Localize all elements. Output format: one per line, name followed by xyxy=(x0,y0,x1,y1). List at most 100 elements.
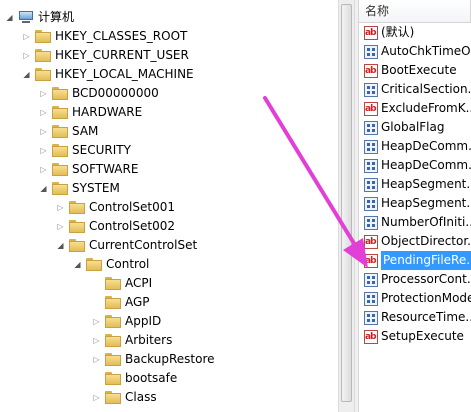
tree-item[interactable]: ◢ SYSTEM xyxy=(39,179,120,198)
registry-value-name: PendingFileRe... xyxy=(381,251,471,270)
collapsed-arrow-icon[interactable]: ▷ xyxy=(92,312,101,331)
registry-value-name: ExcludeFromK... xyxy=(381,101,471,115)
folder-icon xyxy=(52,125,68,138)
collapsed-arrow-icon[interactable]: ▷ xyxy=(56,198,65,217)
registry-value-name: GlobalFlag xyxy=(381,120,445,134)
registry-value-row[interactable]: ResourceTime... xyxy=(359,308,471,327)
tree-item[interactable]: bootsafe xyxy=(92,369,177,388)
registry-value-name: SetupExecute xyxy=(381,329,464,343)
tree-item[interactable]: ▷ HARDWARE xyxy=(39,103,142,122)
collapsed-arrow-icon[interactable]: ▷ xyxy=(39,103,48,122)
binary-value-icon xyxy=(364,291,378,306)
registry-value-row[interactable]: NumberOfIniti... xyxy=(359,213,471,232)
folder-icon xyxy=(52,87,68,100)
tree-item-label: SOFTWARE xyxy=(72,162,139,176)
registry-value-row[interactable]: SetupExecute xyxy=(359,327,471,347)
collapsed-arrow-icon[interactable]: ▷ xyxy=(92,350,101,369)
tree-item[interactable]: ▷ SAM xyxy=(39,122,98,141)
tree-vertical-scrollbar[interactable] xyxy=(338,0,355,412)
registry-value-name: ProtectionMode xyxy=(381,291,471,305)
expanded-arrow-icon[interactable]: ◢ xyxy=(73,255,82,274)
tree-item[interactable]: ▷ HKEY_CLASSES_ROOT xyxy=(22,27,187,46)
tree-item[interactable]: ▷ ControlSet001 xyxy=(56,198,175,217)
collapsed-arrow-icon[interactable]: ▷ xyxy=(92,331,101,350)
tree-item[interactable]: ◢ CurrentControlSet xyxy=(56,236,197,255)
registry-value-row[interactable]: HeapSegment... xyxy=(359,194,471,213)
tree-item-label: HKEY_LOCAL_MACHINE xyxy=(55,67,194,81)
tree-item[interactable]: AGP xyxy=(92,293,150,312)
tree-item[interactable]: ▷ HKEY_CURRENT_USER xyxy=(22,46,189,65)
tree-item-label: AGP xyxy=(125,295,150,309)
tree-item-label: ControlSet001 xyxy=(89,200,175,214)
tree-item[interactable]: ▷ Arbiters xyxy=(92,331,172,350)
registry-value-row[interactable]: PendingFileRe... xyxy=(359,251,471,271)
registry-value-row[interactable]: ObjectDirector... xyxy=(359,232,471,252)
tree-item-label: HKEY_CLASSES_ROOT xyxy=(55,29,188,43)
registry-value-row[interactable]: GlobalFlag xyxy=(359,118,471,137)
folder-icon xyxy=(105,334,121,347)
folder-icon xyxy=(35,49,51,62)
registry-value-name: (默认) xyxy=(381,25,415,39)
tree-item[interactable]: ACPI xyxy=(92,274,152,293)
collapsed-arrow-icon[interactable]: ▷ xyxy=(39,141,48,160)
registry-value-name: AutoChkTimeO... xyxy=(381,44,471,58)
binary-value-icon xyxy=(364,82,378,97)
tree-item[interactable]: ▷ SOFTWARE xyxy=(39,160,138,179)
tree-item-label: Class xyxy=(125,390,157,404)
tree-item-label: CurrentControlSet xyxy=(89,238,198,252)
tree-item[interactable]: ▷ SECURITY xyxy=(39,141,131,160)
folder-icon xyxy=(69,239,85,252)
collapsed-arrow-icon[interactable]: ▷ xyxy=(22,46,31,65)
collapsed-arrow-icon[interactable]: ▷ xyxy=(39,84,48,103)
collapsed-arrow-icon[interactable]: ▷ xyxy=(22,27,31,46)
registry-value-row[interactable]: HeapDeComm... xyxy=(359,156,471,175)
folder-icon xyxy=(52,144,68,157)
tree-item-label: HKEY_CURRENT_USER xyxy=(55,48,189,62)
expanded-arrow-icon[interactable]: ◢ xyxy=(39,179,48,198)
registry-value-row[interactable]: HeapDeComm... xyxy=(359,137,471,156)
tree-item[interactable]: ◢ HKEY_LOCAL_MACHINE xyxy=(22,65,194,84)
registry-value-list[interactable]: 名称 (默认) AutoChkTimeO... BootExecute Critica… xyxy=(359,0,471,412)
tree-item[interactable]: ▷ Class xyxy=(92,388,157,407)
tree-item[interactable]: ▷ BCD00000000 xyxy=(39,84,159,103)
binary-value-icon xyxy=(364,310,378,325)
tree-item[interactable]: ▷ BackupRestore xyxy=(92,350,215,369)
tree-item[interactable]: ▷ AppID xyxy=(92,312,161,331)
registry-value-row[interactable]: BootExecute xyxy=(359,61,471,81)
string-value-icon xyxy=(364,100,378,119)
binary-value-icon xyxy=(364,139,378,154)
tree-item-label: 计算机 xyxy=(38,10,75,24)
registry-value-row[interactable]: ProtectionMode xyxy=(359,289,471,308)
expanded-arrow-icon[interactable]: ◢ xyxy=(56,236,65,255)
tree-item-label: SYSTEM xyxy=(72,181,120,195)
collapsed-arrow-icon[interactable]: ▷ xyxy=(92,388,101,407)
registry-value-name: HeapDeComm... xyxy=(381,158,471,172)
tree-item[interactable]: ▷ ControlSet002 xyxy=(56,217,175,236)
collapsed-arrow-icon[interactable]: ▷ xyxy=(56,217,65,236)
string-value-icon xyxy=(364,233,378,252)
expanded-arrow-icon[interactable]: ◢ xyxy=(5,8,14,27)
registry-value-name: ProcessorCont... xyxy=(381,272,471,286)
folder-icon xyxy=(105,372,121,385)
column-header-name[interactable]: 名称 xyxy=(359,0,471,23)
tree-item-label: SECURITY xyxy=(72,143,131,157)
registry-value-row[interactable]: ProcessorCont... xyxy=(359,270,471,289)
collapsed-arrow-icon[interactable]: ▷ xyxy=(39,160,48,179)
registry-value-name: HeapSegment... xyxy=(381,177,471,191)
tree-item[interactable]: ◢ 计算机 xyxy=(5,8,74,27)
tree-item[interactable]: ◢ Control xyxy=(73,255,149,274)
folder-icon xyxy=(105,315,121,328)
expanded-arrow-icon[interactable]: ◢ xyxy=(22,65,31,84)
tree-item-label: BCD00000000 xyxy=(72,86,159,100)
registry-value-row[interactable]: AutoChkTimeO... xyxy=(359,42,471,61)
registry-value-row[interactable]: ExcludeFromK... xyxy=(359,99,471,119)
registry-value-row[interactable]: (默认) xyxy=(359,23,471,43)
collapsed-arrow-icon[interactable]: ▷ xyxy=(39,122,48,141)
registry-key-tree[interactable]: ◢ 计算机 ▷ HKEY_CLASSES_ROOT ▷ HKEY_CURRENT_USER… xyxy=(0,0,338,412)
registry-value-row[interactable]: CriticalSection... xyxy=(359,80,471,99)
scrollbar-thumb[interactable] xyxy=(341,4,352,402)
registry-value-row[interactable]: HeapSegment... xyxy=(359,175,471,194)
